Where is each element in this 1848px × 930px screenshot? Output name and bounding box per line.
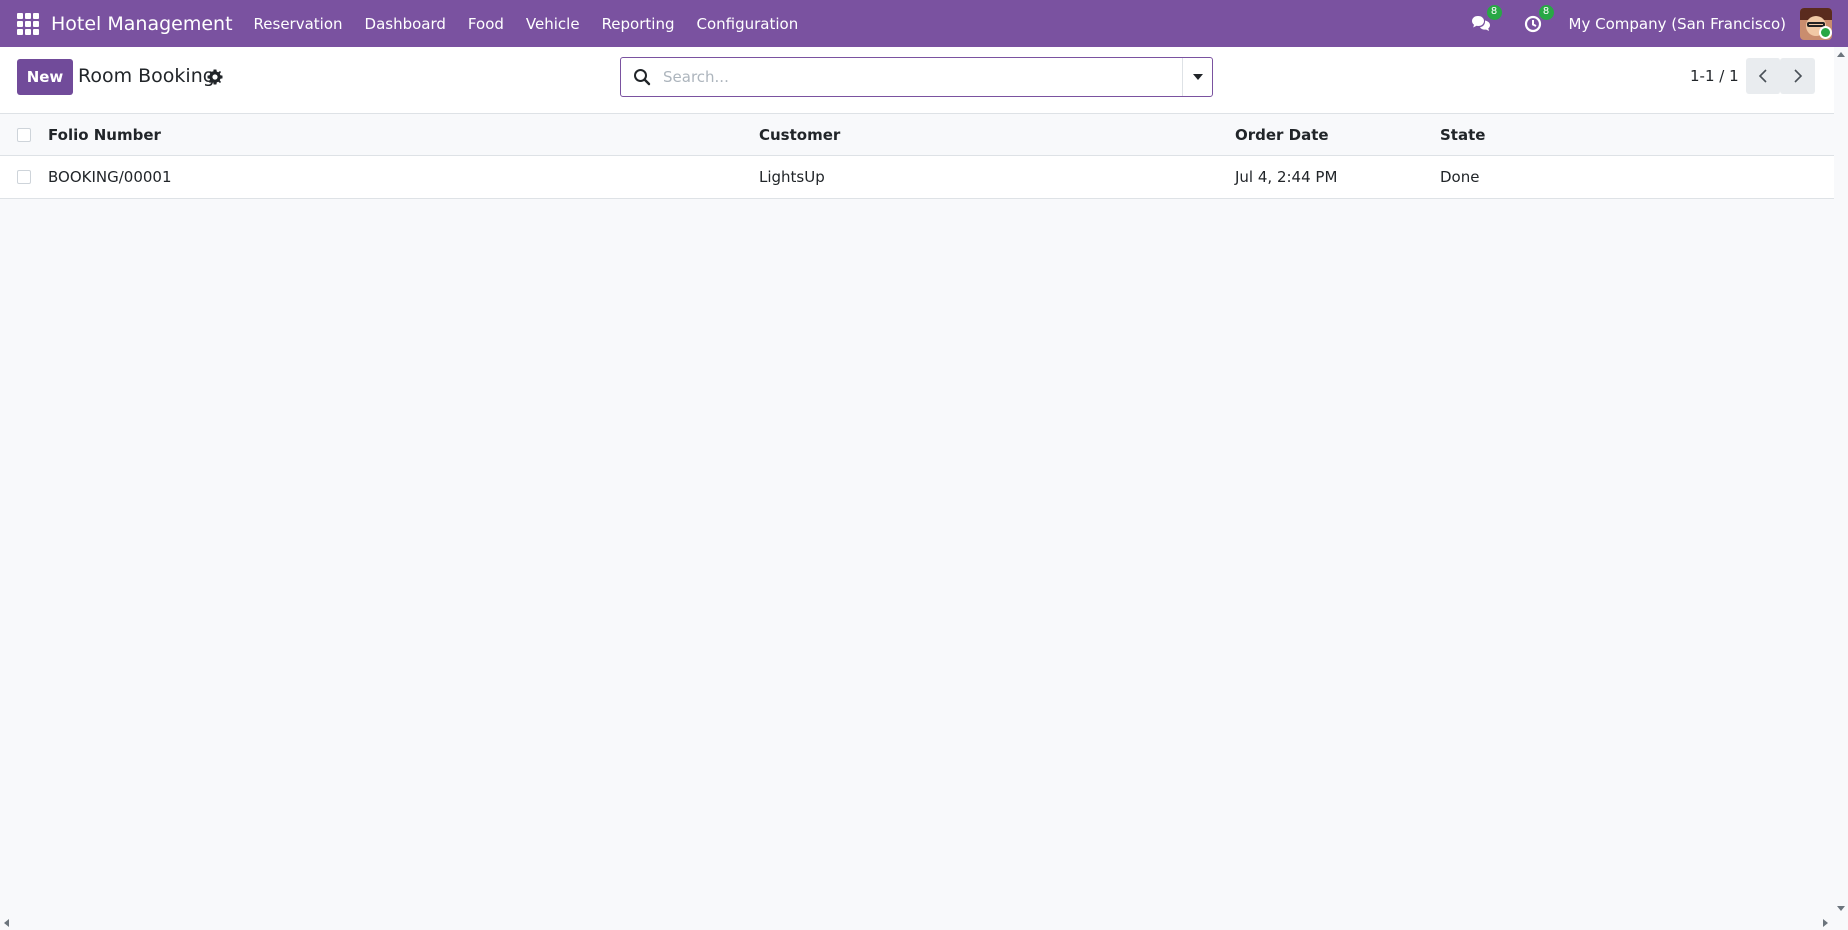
menu-item-vehicle[interactable]: Vehicle [515,15,591,33]
search-bar [620,57,1213,97]
menu-item-reporting[interactable]: Reporting [591,15,686,33]
chevron-down-icon [1192,74,1203,80]
scroll-up-arrow-icon[interactable] [1837,52,1845,57]
select-all-checkbox[interactable] [17,127,31,142]
cell-state: Done [1440,168,1480,186]
page-title: Room Booking [78,65,215,87]
cell-order-date: Jul 4, 2:44 PM [1235,168,1338,186]
pager-value[interactable]: 1-1 / 1 [1690,67,1739,85]
online-status-indicator [1819,26,1832,39]
bookings-list: Folio Number Customer Order Date State B… [0,114,1834,199]
search-input[interactable] [663,59,1182,95]
activities-button[interactable]: 8 [1521,4,1554,36]
table-header: Folio Number Customer Order Date State [0,114,1834,156]
search-icon [634,69,651,86]
messages-count-badge: 8 [1486,4,1502,20]
top-menu: Reservation Dashboard Food Vehicle Repor… [243,15,810,33]
scroll-right-arrow-icon[interactable] [1823,919,1828,927]
column-header-order-date[interactable]: Order Date [1235,126,1329,144]
chat-icon [1471,15,1490,31]
column-header-customer[interactable]: Customer [759,126,840,144]
menu-item-configuration[interactable]: Configuration [685,15,809,33]
menu-item-dashboard[interactable]: Dashboard [354,15,457,33]
apps-grid-icon[interactable] [17,12,39,35]
vertical-scrollbar[interactable] [1834,47,1848,916]
activities-count-badge: 8 [1538,4,1554,20]
cell-customer: LightsUp [759,168,825,186]
pager-previous-button[interactable] [1746,58,1781,94]
pager-next-button[interactable] [1780,58,1815,94]
gear-icon[interactable] [206,68,224,86]
column-header-state[interactable]: State [1440,126,1485,144]
cell-folio-number: BOOKING/00001 [48,168,172,186]
menu-item-food[interactable]: Food [457,15,515,33]
chevron-right-icon [1793,69,1802,83]
scroll-down-arrow-icon[interactable] [1837,906,1845,911]
column-header-folio-number[interactable]: Folio Number [48,126,161,144]
horizontal-scrollbar[interactable] [0,916,1848,930]
row-select-checkbox[interactable] [17,170,31,184]
app-title[interactable]: Hotel Management [51,13,233,35]
company-switcher[interactable]: My Company (San Francisco) [1569,15,1786,33]
clock-icon [1524,15,1541,32]
control-panel: New Room Booking 1-1 / 1 [0,47,1848,114]
scroll-left-arrow-icon[interactable] [4,919,9,927]
search-options-toggle[interactable] [1182,58,1212,96]
navbar-systray: 8 8 My Company (San Francisco) [1455,0,1848,47]
chevron-left-icon [1758,69,1767,83]
main-navbar: Hotel Management Reservation Dashboard F… [0,0,1848,47]
new-button[interactable]: New [17,59,73,95]
menu-item-reservation[interactable]: Reservation [243,15,354,33]
messages-button[interactable]: 8 [1469,4,1502,36]
table-row[interactable]: BOOKING/00001 LightsUp Jul 4, 2:44 PM Do… [0,156,1834,199]
